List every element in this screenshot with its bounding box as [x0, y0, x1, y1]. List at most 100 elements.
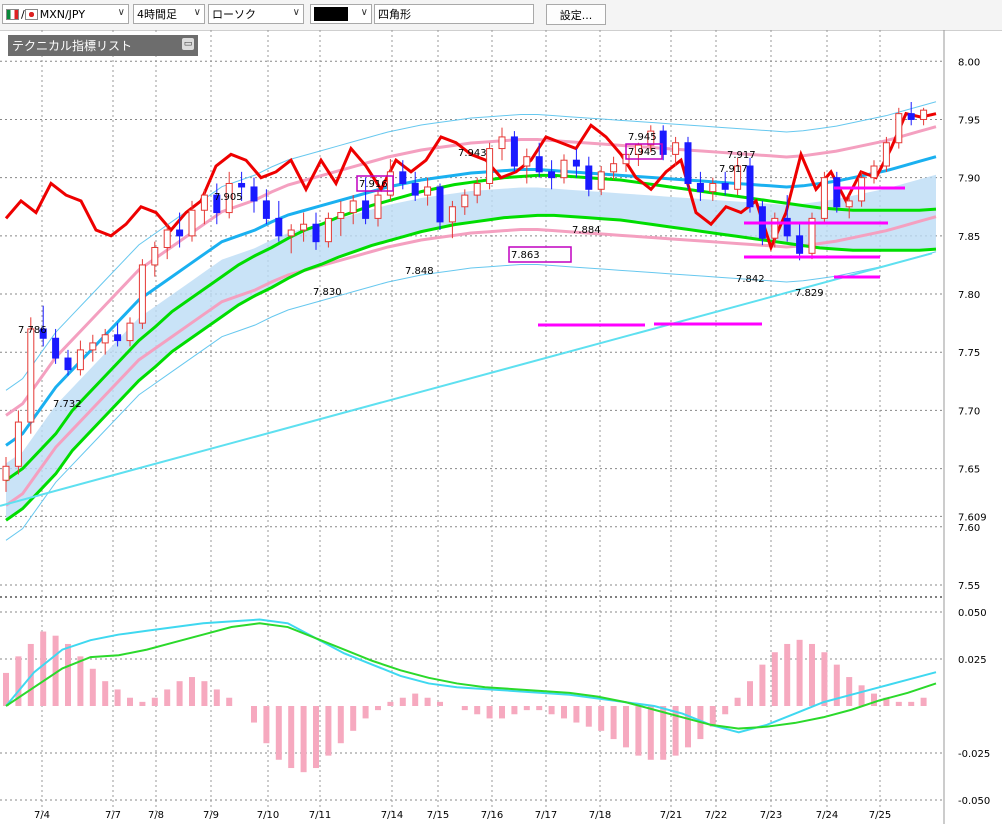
chart-style-select[interactable]: ローソク ∨	[208, 4, 304, 24]
japan-flag-icon	[24, 8, 38, 20]
price-label: 7.945	[628, 147, 657, 158]
candle-body	[238, 182, 246, 188]
candle-body	[746, 165, 754, 208]
histogram-bar	[102, 681, 109, 706]
pair-label: MXN/JPY	[39, 7, 86, 21]
price-label: 7.905	[214, 192, 243, 203]
histogram-bar	[176, 681, 183, 706]
histogram-bar	[660, 706, 667, 760]
candle-body	[64, 357, 72, 371]
pair-select[interactable]: / MXN/JPY ∨	[2, 4, 129, 24]
candle-body	[52, 337, 60, 359]
price-label: 7.848	[405, 266, 434, 277]
candle-body	[560, 159, 568, 179]
price-label: 7.943	[458, 148, 487, 159]
candle-body	[324, 217, 332, 243]
histogram-bar	[89, 668, 96, 706]
y-tick-label: 7.65	[958, 465, 980, 476]
histogram-bar	[685, 706, 691, 748]
candle-body	[436, 186, 444, 223]
histogram-bar	[40, 631, 47, 706]
candle-body	[176, 229, 184, 237]
histogram-bar	[585, 706, 592, 727]
sub-y-tick-label: 0.025	[958, 655, 987, 666]
candle-body	[523, 156, 531, 167]
y-tick-label: 7.75	[958, 348, 980, 359]
histogram-bar	[275, 706, 282, 760]
candle-body	[89, 342, 97, 351]
candle-body	[126, 322, 134, 342]
histogram-bar	[461, 706, 468, 711]
candle-body	[114, 334, 122, 342]
x-tick-label: 7/15	[427, 810, 449, 821]
y-tick-label: 7.70	[958, 406, 980, 417]
x-tick-label: 7/18	[589, 810, 611, 821]
histogram-bar	[139, 701, 146, 706]
histogram-bar	[437, 701, 443, 706]
timeframe-select[interactable]: 4時間足 ∨	[133, 4, 205, 24]
candle-body	[349, 200, 357, 214]
y-tick-label: 7.609	[958, 512, 987, 523]
candle-body	[882, 142, 890, 167]
histogram-bar	[499, 706, 505, 719]
price-label: 7.863	[511, 250, 540, 261]
candle-body	[287, 229, 295, 237]
candle-body	[696, 182, 704, 193]
candle-body	[796, 235, 804, 254]
sub-y-tick-label: -0.025	[958, 749, 990, 760]
y-tick-label: 7.95	[958, 115, 980, 126]
settings-button[interactable]: 設定...	[546, 4, 606, 25]
y-tick-label: 7.60	[958, 523, 980, 534]
histogram-bar	[672, 706, 679, 756]
histogram-bar	[300, 706, 307, 773]
candle-body	[548, 171, 556, 179]
x-tick-label: 7/4	[34, 810, 50, 821]
candle-body	[833, 177, 841, 208]
candle-body	[151, 246, 159, 266]
price-label: 7.829	[795, 288, 824, 299]
histogram-bar	[858, 685, 865, 706]
candle-body	[597, 171, 605, 190]
histogram-bar	[387, 701, 394, 706]
minimize-icon[interactable]: ▭	[182, 38, 194, 50]
candle-body	[895, 113, 903, 144]
histogram-bar	[784, 643, 791, 706]
histogram-bar	[325, 706, 332, 756]
histogram-bar	[796, 639, 803, 706]
x-tick-label: 7/8	[148, 810, 164, 821]
histogram-bar	[920, 697, 927, 706]
x-tick-label: 7/22	[705, 810, 727, 821]
histogram-bar	[722, 706, 729, 715]
candle-body	[76, 349, 84, 371]
candle-body	[870, 165, 878, 179]
sub-y-tick-label: -0.050	[958, 796, 990, 807]
candle-body	[337, 212, 345, 219]
x-tick-label: 7/24	[816, 810, 838, 821]
x-tick-label: 7/10	[257, 810, 279, 821]
price-label: 7.732	[53, 399, 82, 410]
histogram-bar	[226, 697, 233, 706]
color-select[interactable]: ∨	[310, 4, 372, 24]
candle-body	[486, 148, 494, 184]
indicator-list-panel[interactable]: テクニカル指標リスト ▭	[8, 35, 198, 56]
candle-body	[27, 328, 35, 423]
shape-select[interactable]: 四角形	[374, 4, 534, 24]
candle-body	[200, 194, 208, 211]
histogram-bar	[313, 706, 319, 769]
candle-body	[610, 163, 618, 173]
candle-body	[659, 130, 667, 155]
price-chart[interactable]: 7.786 7.732 7.905 7.830 7.916 7.848 7.943 7.863…	[0, 30, 1002, 824]
candle-body	[510, 136, 518, 167]
price-label: 7.917	[727, 150, 756, 161]
candle-body	[585, 165, 593, 190]
y-tick-label: 7.85	[958, 232, 980, 243]
toolbar: / MXN/JPY ∨ 4時間足 ∨ ローソク ∨ ∨ 四角形 設定...	[0, 0, 1002, 31]
price-label: 7.945	[628, 132, 657, 143]
mexico-flag-icon	[6, 8, 19, 20]
chevron-down-icon: ∨	[117, 7, 125, 18]
histogram-bar	[635, 706, 642, 756]
histogram-bar	[846, 677, 853, 706]
histogram-bar	[734, 697, 741, 706]
x-tick-label: 7/21	[660, 810, 682, 821]
histogram-bar	[511, 706, 518, 715]
